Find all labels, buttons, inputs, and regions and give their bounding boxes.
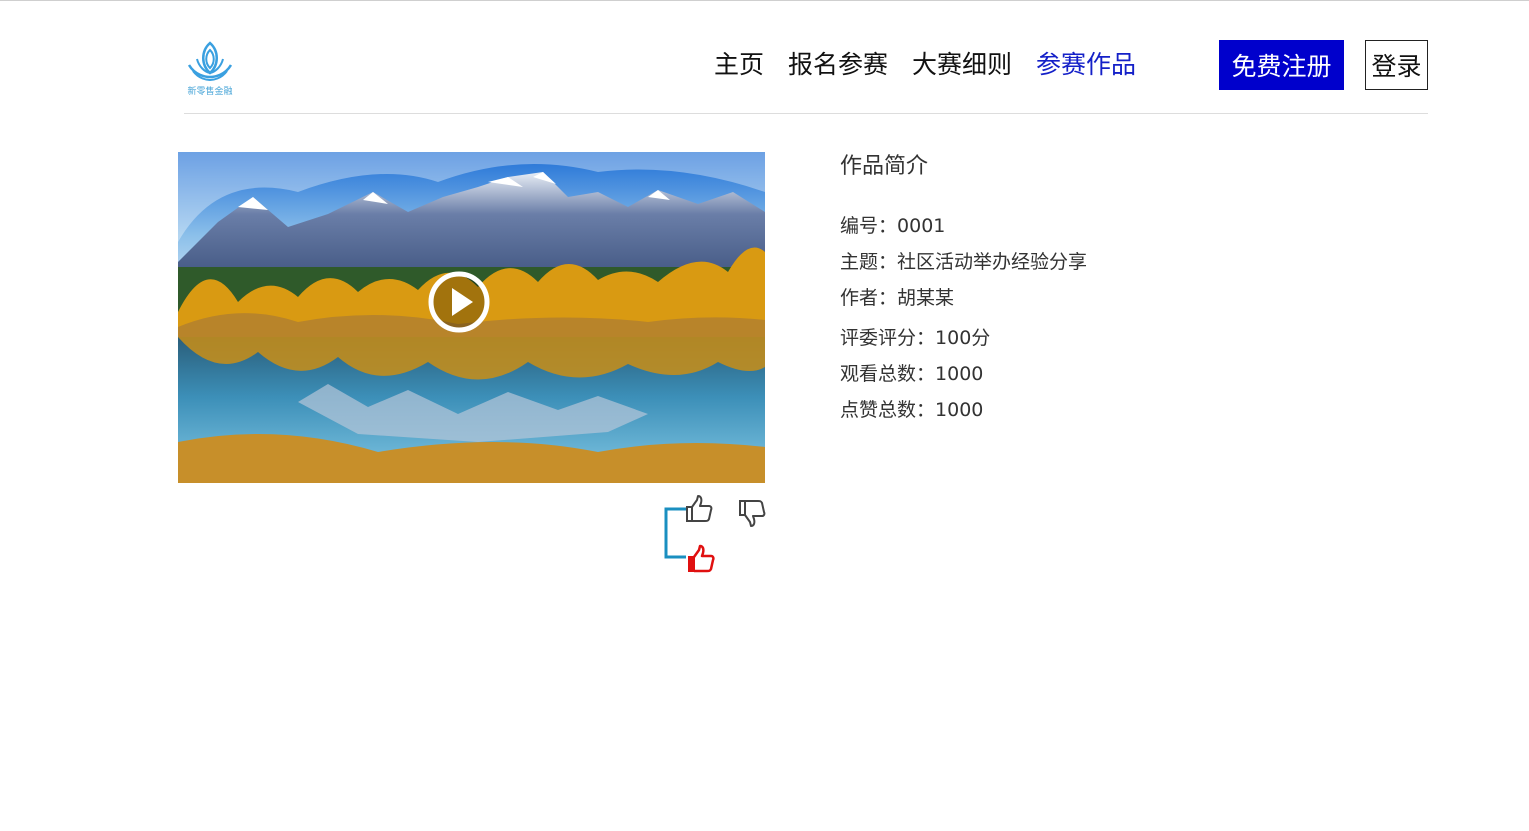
entry-author-label: 作者： [840,287,898,309]
play-icon[interactable] [427,270,491,334]
entry-topic: 主题：社区活动举办经验分享 [840,249,1087,285]
nav-item-entries[interactable]: 参赛作品 [1036,47,1136,83]
entry-author: 作者：胡某某 [840,285,1087,321]
nav-item-rules[interactable]: 大赛细则 [912,47,1012,83]
site-header: 新零售金融 主页 报名参赛 大赛细则 参赛作品 免费注册 登录 [0,1,1529,114]
entry-id-label: 编号： [840,215,898,237]
entry-info-title: 作品简介 [840,154,929,179]
entry-topic-label: 主题： [840,251,898,273]
lotus-logo-icon [187,41,233,82]
entry-id: 编号：0001 [840,213,1087,249]
entry-id-value: 0001 [897,215,946,237]
video-player[interactable] [178,152,765,483]
entry-likes: 点赞总数：1000 [840,397,1087,433]
thumb-down-icon[interactable] [737,498,767,528]
entry-info-panel: 作品简介 编号：0001 主题：社区活动举办经验分享 作者：胡某某 评委评分：1… [840,151,1087,433]
thumb-up-icon[interactable] [684,494,714,524]
nav-item-home[interactable]: 主页 [714,47,764,83]
entry-topic-value: 社区活动举办经验分享 [897,251,1088,273]
entry-views-label: 观看总数： [840,363,936,385]
thumb-up-filled-icon[interactable] [686,544,716,574]
site-logo[interactable]: 新零售金融 [181,41,239,97]
entry-views: 观看总数：1000 [840,361,1087,397]
entry-score-label: 评委评分： [840,327,936,349]
entry-score-value: 100分 [935,327,991,349]
logo-text: 新零售金融 [187,87,233,97]
nav-item-signup-contest[interactable]: 报名参赛 [788,47,888,83]
entry-likes-value: 1000 [935,399,984,421]
entry-views-value: 1000 [935,363,984,385]
header-divider [184,113,1428,114]
entry-author-value: 胡某某 [897,287,955,309]
entry-likes-label: 点赞总数： [840,399,936,421]
login-button[interactable]: 登录 [1365,40,1428,90]
entry-score: 评委评分：100分 [840,325,1087,361]
register-button[interactable]: 免费注册 [1219,40,1344,90]
main-nav: 主页 报名参赛 大赛细则 参赛作品 [714,47,1136,83]
